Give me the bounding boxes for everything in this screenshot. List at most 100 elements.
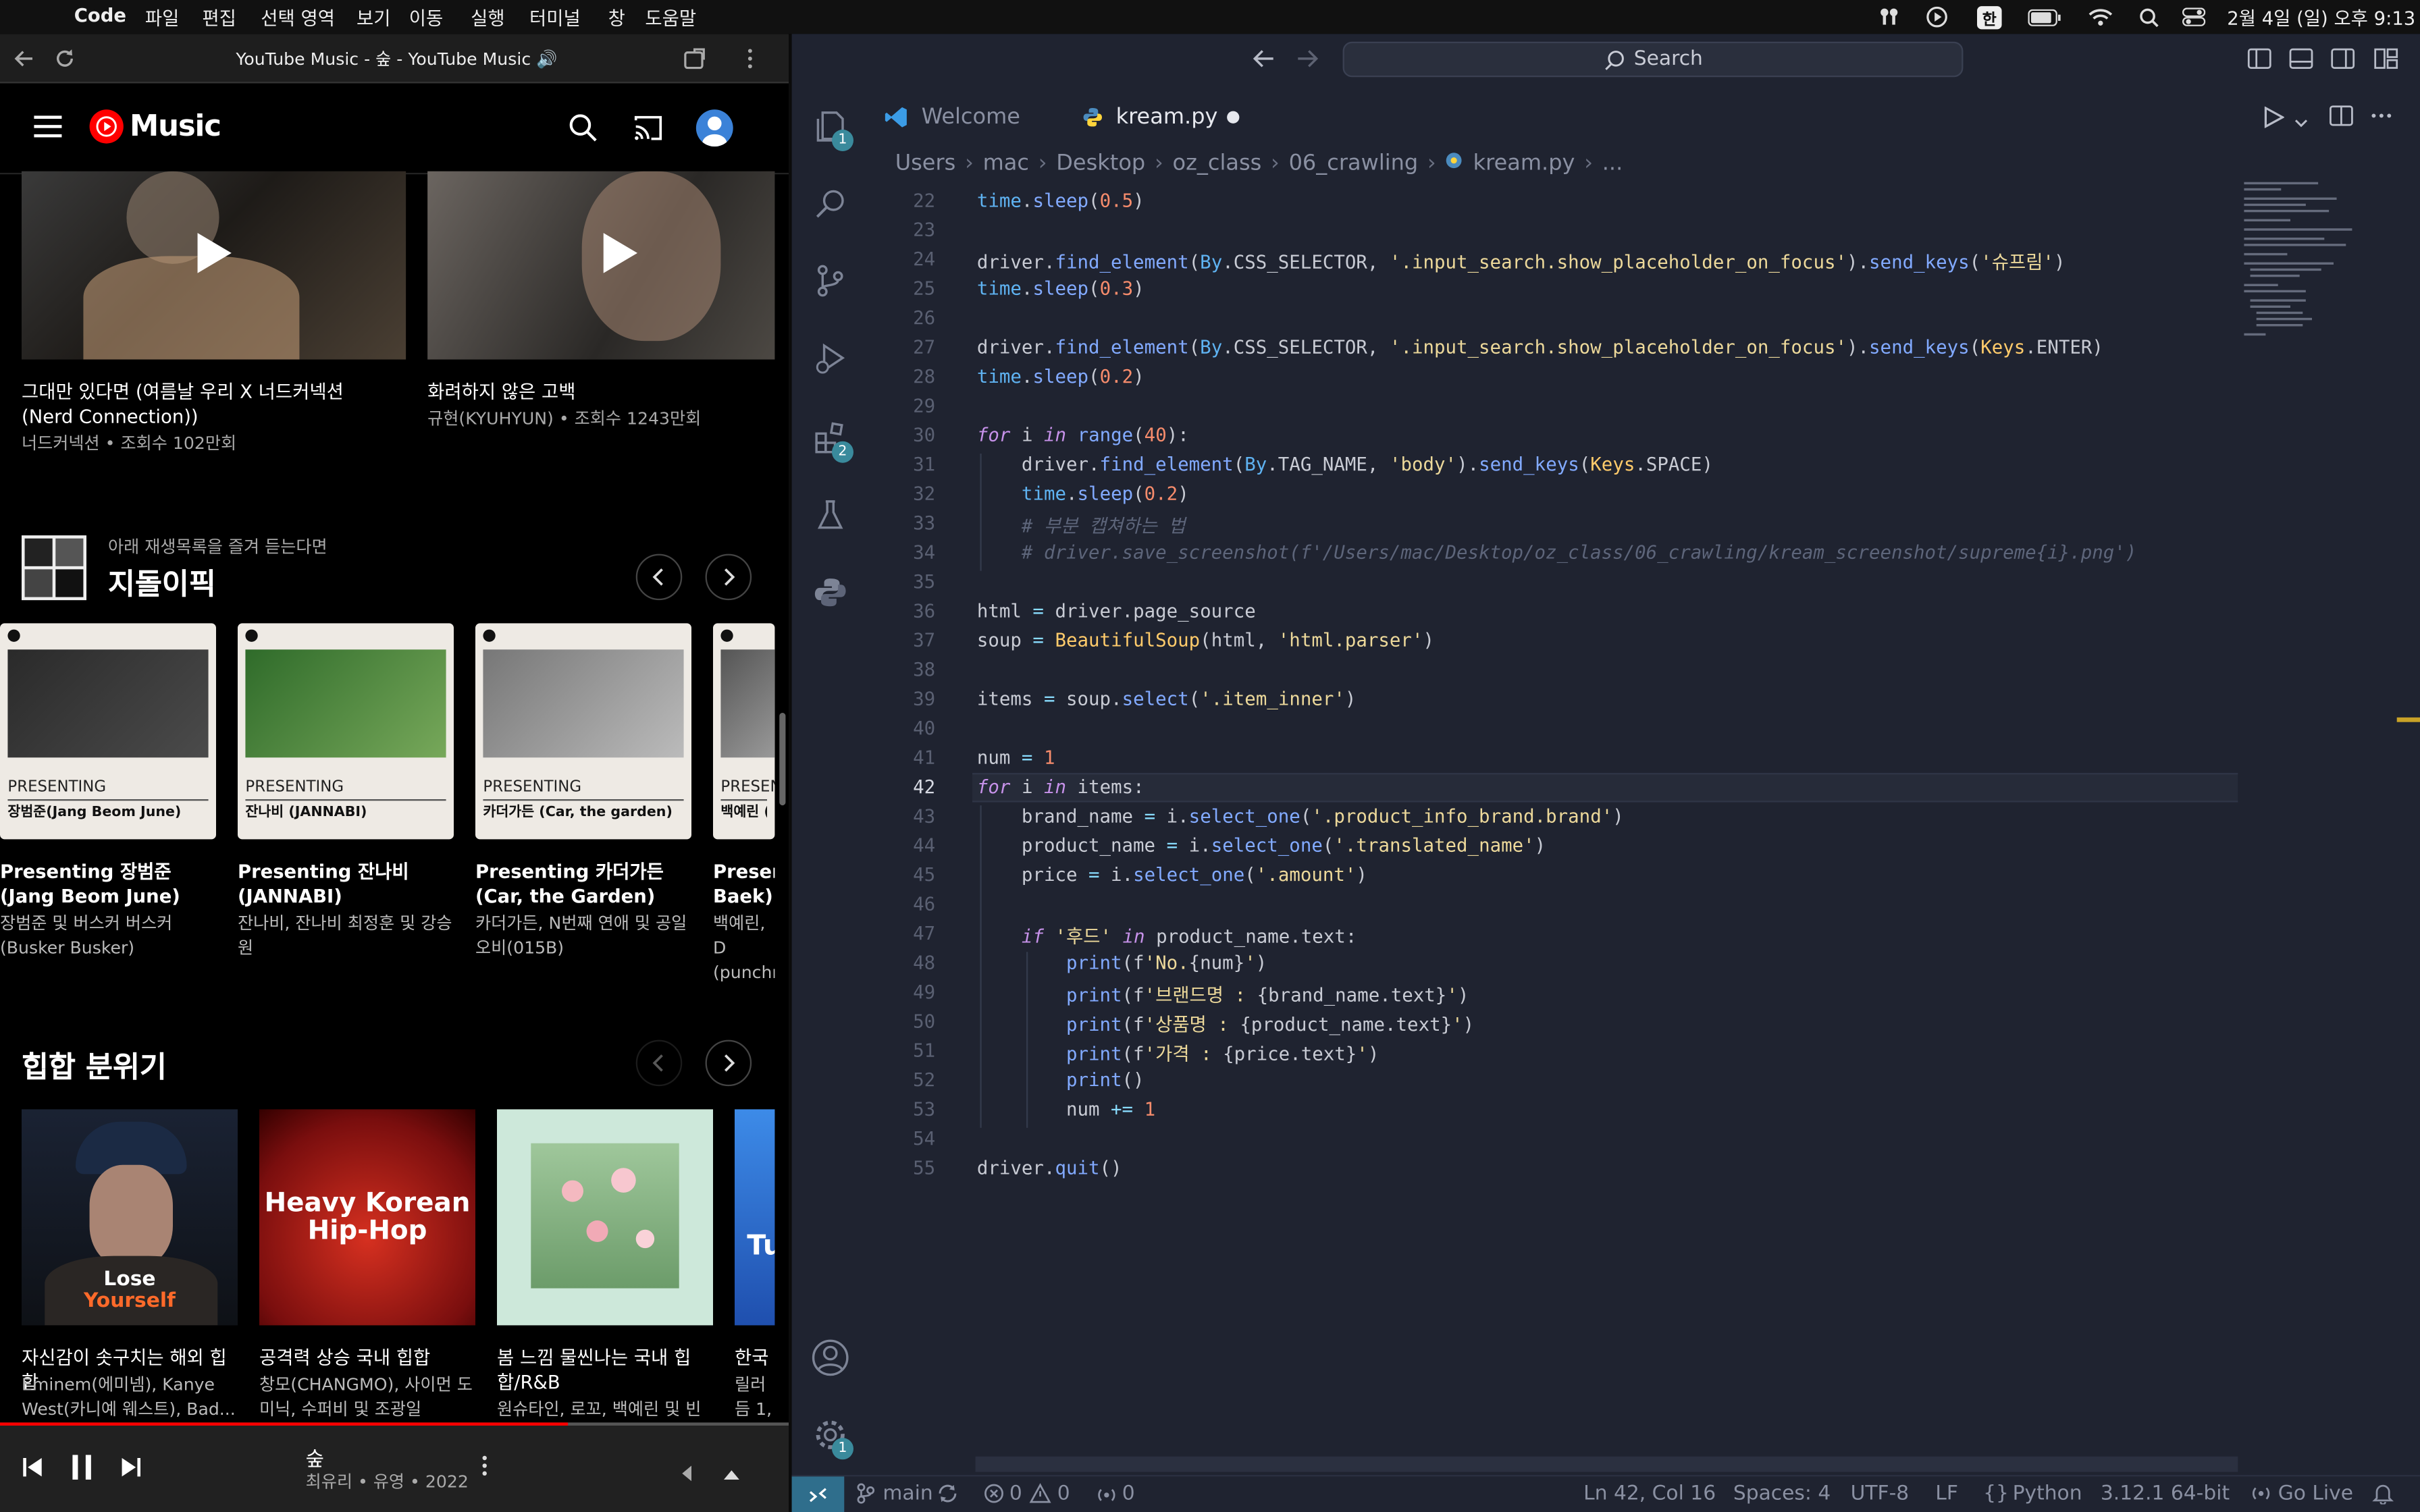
- line-number[interactable]: 45: [874, 864, 935, 886]
- input-source-indicator[interactable]: 한: [1977, 5, 2001, 29]
- toggle-secondary-sidebar-icon[interactable]: [2330, 47, 2355, 78]
- video-title[interactable]: 그대만 있다면 (여름날 우리 X 너드커넥션 (Nerd Connection…: [22, 379, 400, 429]
- python-icon[interactable]: [806, 568, 855, 617]
- video-title[interactable]: 화려하지 않은 고백: [427, 379, 774, 404]
- presenting-card[interactable]: PRESEN 백예린 (: [713, 623, 775, 840]
- video-thumbnail[interactable]: [427, 171, 775, 360]
- line-number[interactable]: 38: [874, 659, 935, 680]
- code-line[interactable]: num = 1: [977, 747, 1055, 776]
- line-number[interactable]: 55: [874, 1157, 935, 1179]
- code-line[interactable]: for i in items:: [977, 776, 1145, 805]
- video-thumbnail[interactable]: [22, 171, 406, 360]
- editor-more-icon[interactable]: [2369, 103, 2394, 134]
- more-options-icon[interactable]: [738, 47, 763, 72]
- testing-icon[interactable]: [806, 491, 855, 540]
- menu-item[interactable]: 편집: [202, 5, 236, 31]
- line-number[interactable]: 46: [874, 893, 935, 915]
- horizontal-scrollbar[interactable]: [975, 1456, 2238, 1472]
- playlist-title[interactable]: 공격력 상승 국내 힙합: [259, 1345, 475, 1370]
- code-line[interactable]: print(f'브랜드명 : {brand_name.text}'): [977, 981, 1469, 1010]
- code-line[interactable]: html = driver.page_source: [977, 600, 1256, 629]
- code-line[interactable]: time.sleep(0.2): [977, 483, 1189, 512]
- play-circle-icon[interactable]: [1922, 0, 1953, 34]
- line-number[interactable]: 27: [874, 336, 935, 358]
- split-editor-icon[interactable]: [2329, 103, 2354, 134]
- tab-welcome[interactable]: Welcome: [885, 102, 1054, 133]
- progress-bar[interactable]: [0, 1422, 568, 1426]
- line-number[interactable]: 24: [874, 248, 935, 270]
- yt-music-brand[interactable]: Music: [130, 109, 221, 143]
- code-line[interactable]: print(): [977, 1069, 1145, 1098]
- previous-track-icon[interactable]: [22, 1455, 43, 1486]
- line-number[interactable]: 48: [874, 952, 935, 973]
- code-line[interactable]: time.sleep(0.5): [977, 190, 1145, 219]
- line-number[interactable]: 30: [874, 425, 935, 446]
- line-number[interactable]: 31: [874, 454, 935, 475]
- unsaved-dot-icon[interactable]: [1227, 111, 1240, 124]
- breadcrumb-item[interactable]: Users: [895, 151, 956, 176]
- notifications-bell-icon[interactable]: [2372, 1483, 2394, 1511]
- code-line[interactable]: # driver.save_screenshot(f'/Users/mac/De…: [977, 541, 2136, 570]
- line-number[interactable]: 50: [874, 1010, 935, 1032]
- breadcrumb-item[interactable]: 06_crawling: [1289, 151, 1419, 176]
- toggle-panel-icon[interactable]: [2289, 47, 2314, 78]
- code-line[interactable]: driver.find_element(By.TAG_NAME, 'body')…: [977, 454, 1713, 483]
- avatar[interactable]: [695, 109, 733, 147]
- spotlight-search-icon[interactable]: [2134, 0, 2162, 34]
- warning-count[interactable]: 0: [1057, 1483, 1070, 1506]
- line-number[interactable]: 40: [874, 718, 935, 739]
- wifi-icon[interactable]: [2085, 0, 2116, 34]
- search-icon[interactable]: [568, 113, 599, 144]
- python-interpreter[interactable]: 3.12.1 64-bit: [2101, 1483, 2230, 1506]
- yt-music-logo-icon[interactable]: [89, 109, 124, 144]
- code-line[interactable]: soup = BeautifulSoup(html, 'html.parser'…: [977, 630, 1434, 659]
- pause-icon[interactable]: [71, 1453, 93, 1487]
- indentation[interactable]: Spaces: 4: [1733, 1483, 1831, 1506]
- line-number[interactable]: 28: [874, 366, 935, 387]
- code-line[interactable]: time.sleep(0.2): [977, 366, 1145, 395]
- sync-icon[interactable]: [937, 1483, 958, 1511]
- line-number[interactable]: 32: [874, 483, 935, 504]
- breadcrumb-item[interactable]: oz_class: [1173, 151, 1262, 176]
- playlist-thumbnail[interactable]: Heavy Korean Hip-Hop: [259, 1109, 476, 1326]
- code-line[interactable]: driver.find_element(By.CSS_SELECTOR, '.i…: [977, 248, 2066, 277]
- line-number[interactable]: 33: [874, 512, 935, 534]
- breadcrumb-item[interactable]: ...: [1602, 151, 1623, 176]
- line-number[interactable]: 37: [874, 630, 935, 651]
- line-number[interactable]: 22: [874, 190, 935, 211]
- menu-item[interactable]: 터미널: [529, 5, 581, 31]
- source-control-icon[interactable]: [806, 256, 855, 305]
- menu-item[interactable]: 이동: [409, 5, 444, 31]
- menu-item[interactable]: 보기: [357, 5, 391, 31]
- menu-item[interactable]: 선택 영역: [261, 5, 335, 31]
- search-icon[interactable]: [806, 179, 855, 228]
- code-line[interactable]: time.sleep(0.3): [977, 277, 1145, 306]
- playlist-title[interactable]: 봄 느낌 물씬나는 국내 힙합/R&B: [497, 1345, 713, 1395]
- playlist-title[interactable]: 한국: [735, 1345, 774, 1370]
- video-meta[interactable]: 규현(KYUHYUN) • 조회수 1243만회: [427, 407, 701, 432]
- carousel-prev-button[interactable]: [635, 554, 683, 601]
- account-icon[interactable]: [806, 1333, 855, 1382]
- presenting-card[interactable]: PRESENTING 장범준(Jang Beom June): [0, 623, 216, 840]
- customize-layout-icon[interactable]: [2373, 47, 2398, 78]
- language-mode[interactable]: Python: [2013, 1483, 2082, 1506]
- code-line[interactable]: print(f'가격 : {price.text}'): [977, 1040, 1379, 1069]
- carousel-next-button[interactable]: [705, 1040, 752, 1087]
- playlist-thumbnail[interactable]: Lose Yourself: [22, 1109, 238, 1326]
- branch-icon[interactable]: [857, 1483, 875, 1511]
- encoding[interactable]: UTF-8: [1851, 1483, 1910, 1506]
- breadcrumb-item[interactable]: Desktop: [1056, 151, 1145, 176]
- section-title[interactable]: 지돌이픽: [108, 562, 216, 603]
- expand-player-icon[interactable]: [722, 1459, 741, 1488]
- line-number[interactable]: 25: [874, 277, 935, 299]
- line-number[interactable]: 43: [874, 805, 935, 827]
- clock[interactable]: 2월 4일 (일) 오후 9:13: [2227, 5, 2415, 31]
- presenting-title[interactable]: Present Baek): [713, 859, 774, 909]
- line-number[interactable]: 47: [874, 923, 935, 944]
- error-icon[interactable]: [983, 1483, 1005, 1511]
- line-number[interactable]: 41: [874, 747, 935, 768]
- play-icon[interactable]: [194, 230, 234, 283]
- cast-icon[interactable]: [633, 113, 664, 144]
- line-number[interactable]: 34: [874, 541, 935, 563]
- ports-count[interactable]: 0: [1122, 1483, 1135, 1506]
